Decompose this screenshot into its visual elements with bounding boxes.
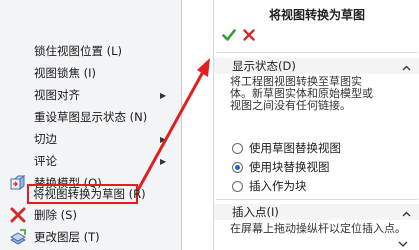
menu-item-label: 视图锁焦 (I): [34, 66, 97, 80]
menu-item-label: 评论: [34, 154, 57, 168]
radio-label: 使用块替换视图: [249, 160, 330, 174]
replace-model-icon: [10, 175, 26, 191]
menu-item-label: 更改图层 (T): [34, 230, 100, 244]
radio-replace-with-block[interactable]: 使用块替换视图: [232, 159, 330, 175]
menu-item-change-layer[interactable]: 更改图层 (T): [0, 226, 180, 248]
radio-button[interactable]: [232, 142, 243, 154]
menu-item-label: 切边: [34, 132, 57, 146]
radio-replace-with-sketch[interactable]: 使用草图替换视图: [232, 140, 341, 156]
submenu-arrow-icon: ▶: [160, 90, 167, 100]
delete-icon: [10, 207, 26, 223]
menu-item-reset-sketch-display-state[interactable]: 重设草图显示状态 (N): [0, 106, 180, 128]
panel-title: 将视图转换为草图: [268, 8, 365, 22]
menu-item-label: 重设草图显示状态 (N): [34, 110, 148, 124]
menu-item-label: 将视图转换为草图 (R): [33, 187, 146, 201]
section-insertion-point-header[interactable]: 插入点(I): [214, 204, 419, 220]
divider: [216, 199, 418, 200]
checkmark-icon[interactable]: [222, 28, 236, 42]
section-display-state-header[interactable]: 显示状态(D): [214, 58, 419, 74]
radio-label: 使用草图替换视图: [249, 141, 341, 155]
section-display-state-title: 显示状态(D): [232, 59, 296, 73]
collapse-icon[interactable]: [402, 208, 411, 217]
collapse-icon[interactable]: [402, 62, 411, 71]
menu-item-label: 视图对齐: [34, 88, 80, 102]
change-layer-icon: [10, 229, 26, 245]
close-icon[interactable]: [242, 28, 256, 42]
menu-item-label: 删除 (S): [34, 208, 77, 222]
menu-item-label: 锁住视图位置 (L): [34, 44, 123, 58]
display-state-description: 将工程图视图转换至草图实 体。新草图实体和原始模型或 视图之间没有任何链接。: [230, 76, 414, 112]
insertion-point-description: 在屏幕上拖动操纵杆以定位插入点。: [230, 222, 406, 235]
menu-item-comment[interactable]: 评论 ▶: [0, 150, 180, 172]
scroll-down-icon[interactable]: [398, 238, 408, 248]
radio-insert-as-block[interactable]: 插入作为块: [232, 178, 307, 194]
divider: [216, 52, 418, 53]
submenu-arrow-icon: ▶: [160, 156, 167, 166]
property-manager-panel: 将视图转换为草图 显示状态(D) 将工程图视图转换至草图实 体。新草图实体和原始…: [213, 0, 419, 250]
submenu-arrow-icon: ▶: [160, 134, 167, 144]
radio-button-selected[interactable]: [232, 161, 243, 173]
menu-item-convert-view-to-sketch[interactable]: 将视图转换为草图 (R): [27, 184, 146, 204]
radio-label: 插入作为块: [249, 179, 307, 193]
menu-item-tangent-edge[interactable]: 切边 ▶: [0, 128, 180, 150]
menu-item-lock-view-position[interactable]: 锁住视图位置 (L): [0, 40, 180, 62]
context-menu: 锁住视图位置 (L) 视图锁焦 (I) 视图对齐 ▶ 重设草图显示状态 (N) …: [0, 0, 182, 250]
menu-item-delete[interactable]: 删除 (S): [0, 204, 180, 226]
section-insertion-point-title: 插入点(I): [232, 205, 279, 219]
description-line: 视图之间没有任何链接。: [230, 99, 351, 112]
radio-button[interactable]: [232, 180, 243, 192]
menu-item-view-focus-lock[interactable]: 视图锁焦 (I): [0, 62, 180, 84]
menu-item-view-alignment[interactable]: 视图对齐 ▶: [0, 84, 180, 106]
